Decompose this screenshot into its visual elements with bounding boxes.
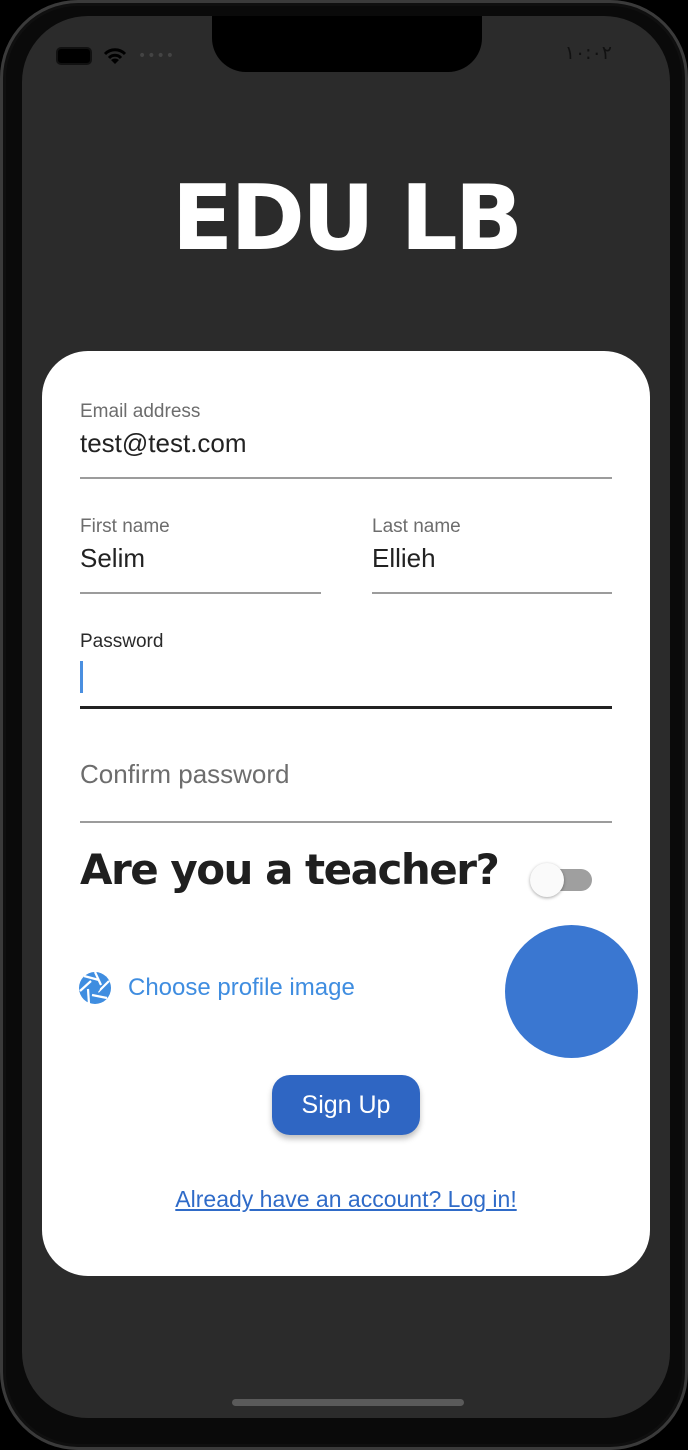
first-name-label: First name xyxy=(80,516,170,537)
status-bar-left: •••• xyxy=(56,46,175,66)
password-field[interactable]: Password xyxy=(80,631,612,711)
signal-icon: •••• xyxy=(138,48,176,64)
confirm-password-underline xyxy=(80,821,612,823)
last-name-underline xyxy=(372,592,612,594)
text-cursor xyxy=(80,661,83,693)
camera-aperture-icon xyxy=(79,971,111,1005)
toggle-thumb xyxy=(530,863,564,897)
teacher-question: Are you a teacher? xyxy=(80,845,500,894)
email-field[interactable]: Email address test@test.com xyxy=(80,401,612,479)
home-indicator[interactable] xyxy=(232,1399,464,1406)
teacher-toggle[interactable] xyxy=(530,861,594,897)
first-name-value[interactable]: Selim xyxy=(80,543,321,574)
first-name-field[interactable]: First name Selim xyxy=(80,516,321,594)
status-time: ١٠:٠٢ xyxy=(564,42,612,64)
email-label: Email address xyxy=(80,401,201,422)
signup-card: Email address test@test.com First name S… xyxy=(42,351,650,1276)
email-value[interactable]: test@test.com xyxy=(80,428,612,459)
login-link[interactable]: Already have an account? Log in! xyxy=(42,1186,650,1213)
email-underline xyxy=(80,477,612,479)
sign-up-button[interactable]: Sign Up xyxy=(272,1075,420,1135)
battery-icon xyxy=(56,47,92,65)
profile-image-preview[interactable] xyxy=(505,925,638,1058)
app-title: EDU LB xyxy=(171,166,524,271)
password-label: Password xyxy=(80,631,164,652)
confirm-password-field[interactable]: Confirm password xyxy=(80,759,612,825)
last-name-value[interactable]: Ellieh xyxy=(372,543,612,574)
confirm-password-placeholder: Confirm password xyxy=(80,759,290,789)
notch xyxy=(212,16,482,72)
choose-profile-image-button[interactable]: Choose profile image xyxy=(78,971,355,1005)
app-screen: •••• ١٠:٠٢ EDU LB Email address test@tes… xyxy=(22,16,670,1418)
device-frame: •••• ١٠:٠٢ EDU LB Email address test@tes… xyxy=(0,0,688,1450)
last-name-label: Last name xyxy=(372,516,461,537)
last-name-field[interactable]: Last name Ellieh xyxy=(372,516,612,594)
password-underline xyxy=(80,706,612,709)
wifi-icon xyxy=(103,48,127,64)
first-name-underline xyxy=(80,592,321,594)
choose-image-label: Choose profile image xyxy=(128,974,355,1001)
